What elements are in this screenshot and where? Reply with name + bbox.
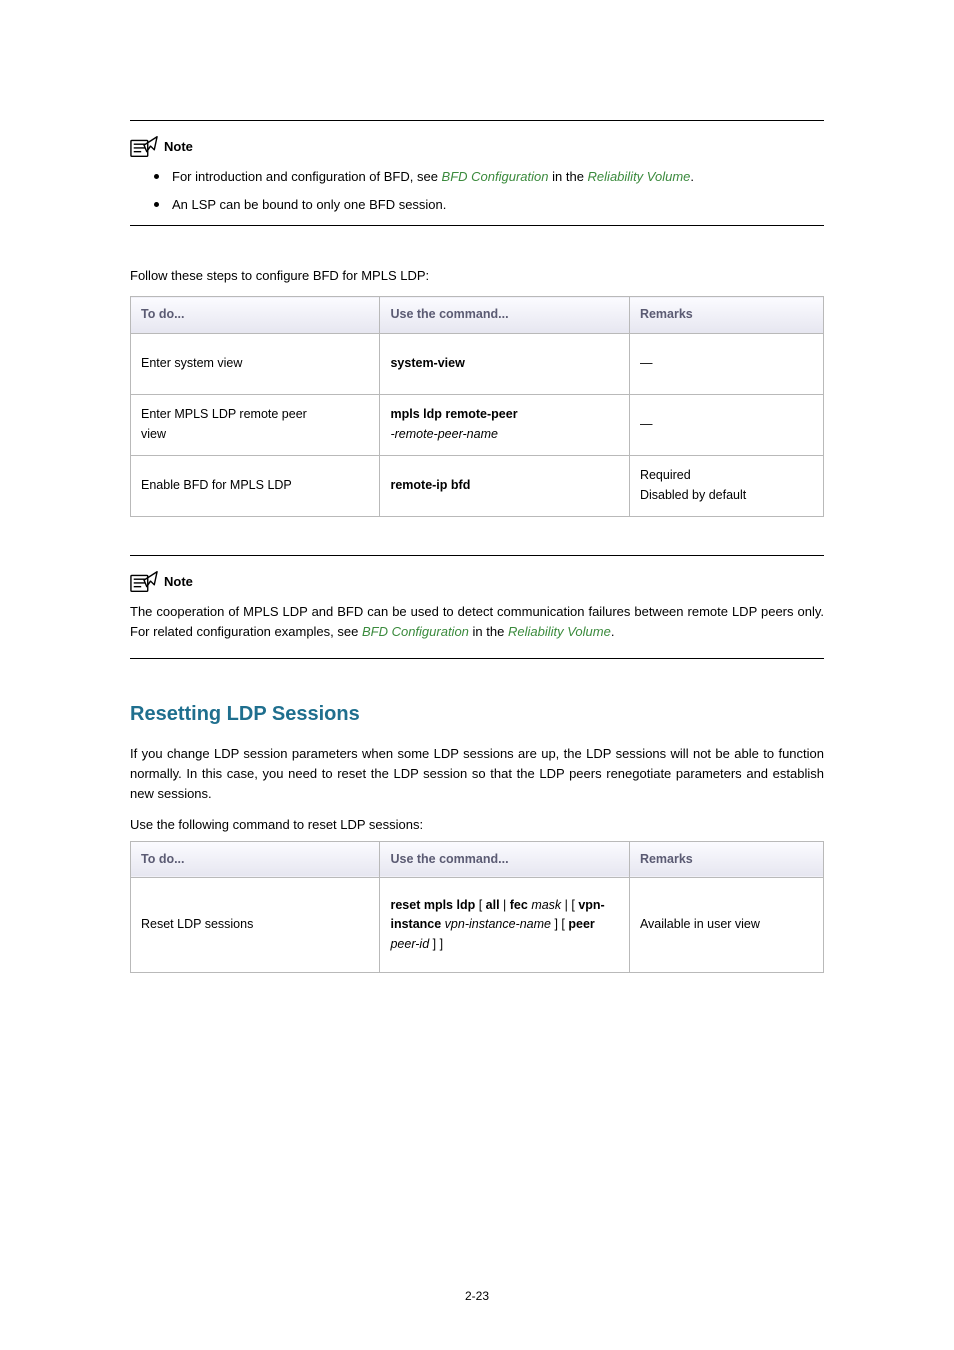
- cmd-p14: peer-id: [390, 937, 429, 951]
- note2-linkB: Reliability Volume: [508, 624, 611, 639]
- section1-r2c1a: Enter MPLS LDP remote peer: [141, 407, 307, 421]
- section1-th-2: Use the command...: [380, 297, 629, 333]
- note1-item-1: For introduction and configuration of BF…: [154, 167, 824, 187]
- section2-r1c2: reset mpls ldp [ all | fec mask | [ vpn-…: [380, 878, 629, 973]
- section2-th-2: Use the command...: [380, 841, 629, 877]
- section2-table: To do... Use the command... Remarks Rese…: [130, 841, 824, 973]
- section1-r3c3b: Disabled by default: [640, 488, 746, 502]
- table-row: Reset LDP sessions reset mpls ldp [ all …: [131, 878, 824, 973]
- section2-r1c1: Reset LDP sessions: [131, 878, 380, 973]
- note2-top-rule: [130, 555, 824, 556]
- section1-r2c2-ital: -remote-peer-name: [390, 427, 497, 441]
- table-row: Enable BFD for MPLS LDP remote-ip bfd Re…: [131, 455, 824, 516]
- cmd-p11: vpn-instance-name: [445, 917, 551, 931]
- note2-mid: in the: [473, 624, 508, 639]
- note2-label: Note: [164, 572, 193, 592]
- cmd-p7: mask: [531, 898, 561, 912]
- note1-bottom-rule: [130, 225, 824, 226]
- section1-r2c1b: view: [141, 427, 166, 441]
- table-row: Enter MPLS LDP remote peer view mpls ldp…: [131, 394, 824, 455]
- note1-item-1-mid: in the: [552, 169, 587, 184]
- note1-header: Note: [130, 135, 824, 159]
- note1-item-2: An LSP can be bound to only one BFD sess…: [154, 195, 824, 215]
- cmd-p12: ] [: [551, 917, 568, 931]
- section1-r3c1: Enable BFD for MPLS LDP: [131, 455, 380, 516]
- section1-th-3: Remarks: [629, 297, 823, 333]
- note2-linkA: BFD Configuration: [362, 624, 469, 639]
- cmd-p8: | [: [561, 898, 578, 912]
- cmd-p4: |: [500, 898, 510, 912]
- section1-table: To do... Use the command... Remarks Ente…: [130, 296, 824, 516]
- note1-top-rule: [130, 120, 824, 121]
- cmd-p2: [: [475, 898, 485, 912]
- page-number: 2-23: [0, 1287, 954, 1306]
- note1-item-1-linkB: Reliability Volume: [588, 169, 691, 184]
- spacer: [130, 527, 824, 555]
- cmd-p13: peer: [568, 917, 594, 931]
- section2-heading: Resetting LDP Sessions: [130, 699, 824, 730]
- note-icon: [130, 570, 158, 594]
- cmd-p15: ] ]: [429, 937, 443, 951]
- section1-th-1: To do...: [131, 297, 380, 333]
- cmd-p5: fec: [510, 898, 528, 912]
- section1-r1c3: —: [629, 333, 823, 394]
- section1-r3c3a: Required: [640, 468, 691, 482]
- section2-th-1: To do...: [131, 841, 380, 877]
- table-row: Enter system view system-view —: [131, 333, 824, 394]
- note1-list: For introduction and configuration of BF…: [130, 167, 824, 215]
- note2-paragraph: The cooperation of MPLS LDP and BFD can …: [130, 602, 824, 642]
- section1-r2c1: Enter MPLS LDP remote peer view: [131, 394, 380, 455]
- note1-item-2-text: An LSP can be bound to only one BFD sess…: [172, 197, 446, 212]
- note2-bottom-rule: [130, 658, 824, 659]
- section2-intro: Use the following command to reset LDP s…: [130, 815, 824, 835]
- note2-header: Note: [130, 570, 824, 594]
- note1-item-1-linkA: BFD Configuration: [442, 169, 549, 184]
- cmd-p3: all: [486, 898, 500, 912]
- section1-r1c1: Enter system view: [131, 333, 380, 394]
- section1-r3c2-bold: remote-ip bfd: [390, 478, 470, 492]
- section2-para: If you change LDP session parameters whe…: [130, 744, 824, 804]
- note2-suffix: .: [611, 624, 615, 639]
- page: Note For introduction and configuration …: [0, 0, 954, 1350]
- table-header-row: To do... Use the command... Remarks: [131, 841, 824, 877]
- cmd-p1: reset mpls ldp: [390, 898, 475, 912]
- section1-r2c3: —: [629, 394, 823, 455]
- note1-label: Note: [164, 137, 193, 157]
- section1-r1c2: system-view: [380, 333, 629, 394]
- note1-item-1-prefix: For introduction and configuration of BF…: [172, 169, 442, 184]
- section1-intro: Follow these steps to configure BFD for …: [130, 266, 824, 286]
- section1-r3c3: Required Disabled by default: [629, 455, 823, 516]
- section2-r1c3: Available in user view: [629, 878, 823, 973]
- section2-th-3: Remarks: [629, 841, 823, 877]
- note1-item-1-suffix: .: [690, 169, 694, 184]
- table-header-row: To do... Use the command... Remarks: [131, 297, 824, 333]
- note-icon: [130, 135, 158, 159]
- section1-r1c2-bold: system-view: [390, 356, 464, 370]
- section1-r2c2: mpls ldp remote-peer -remote-peer-name: [380, 394, 629, 455]
- section1-r3c2: remote-ip bfd: [380, 455, 629, 516]
- section1-r2c2-bold: mpls ldp remote-peer: [390, 407, 517, 421]
